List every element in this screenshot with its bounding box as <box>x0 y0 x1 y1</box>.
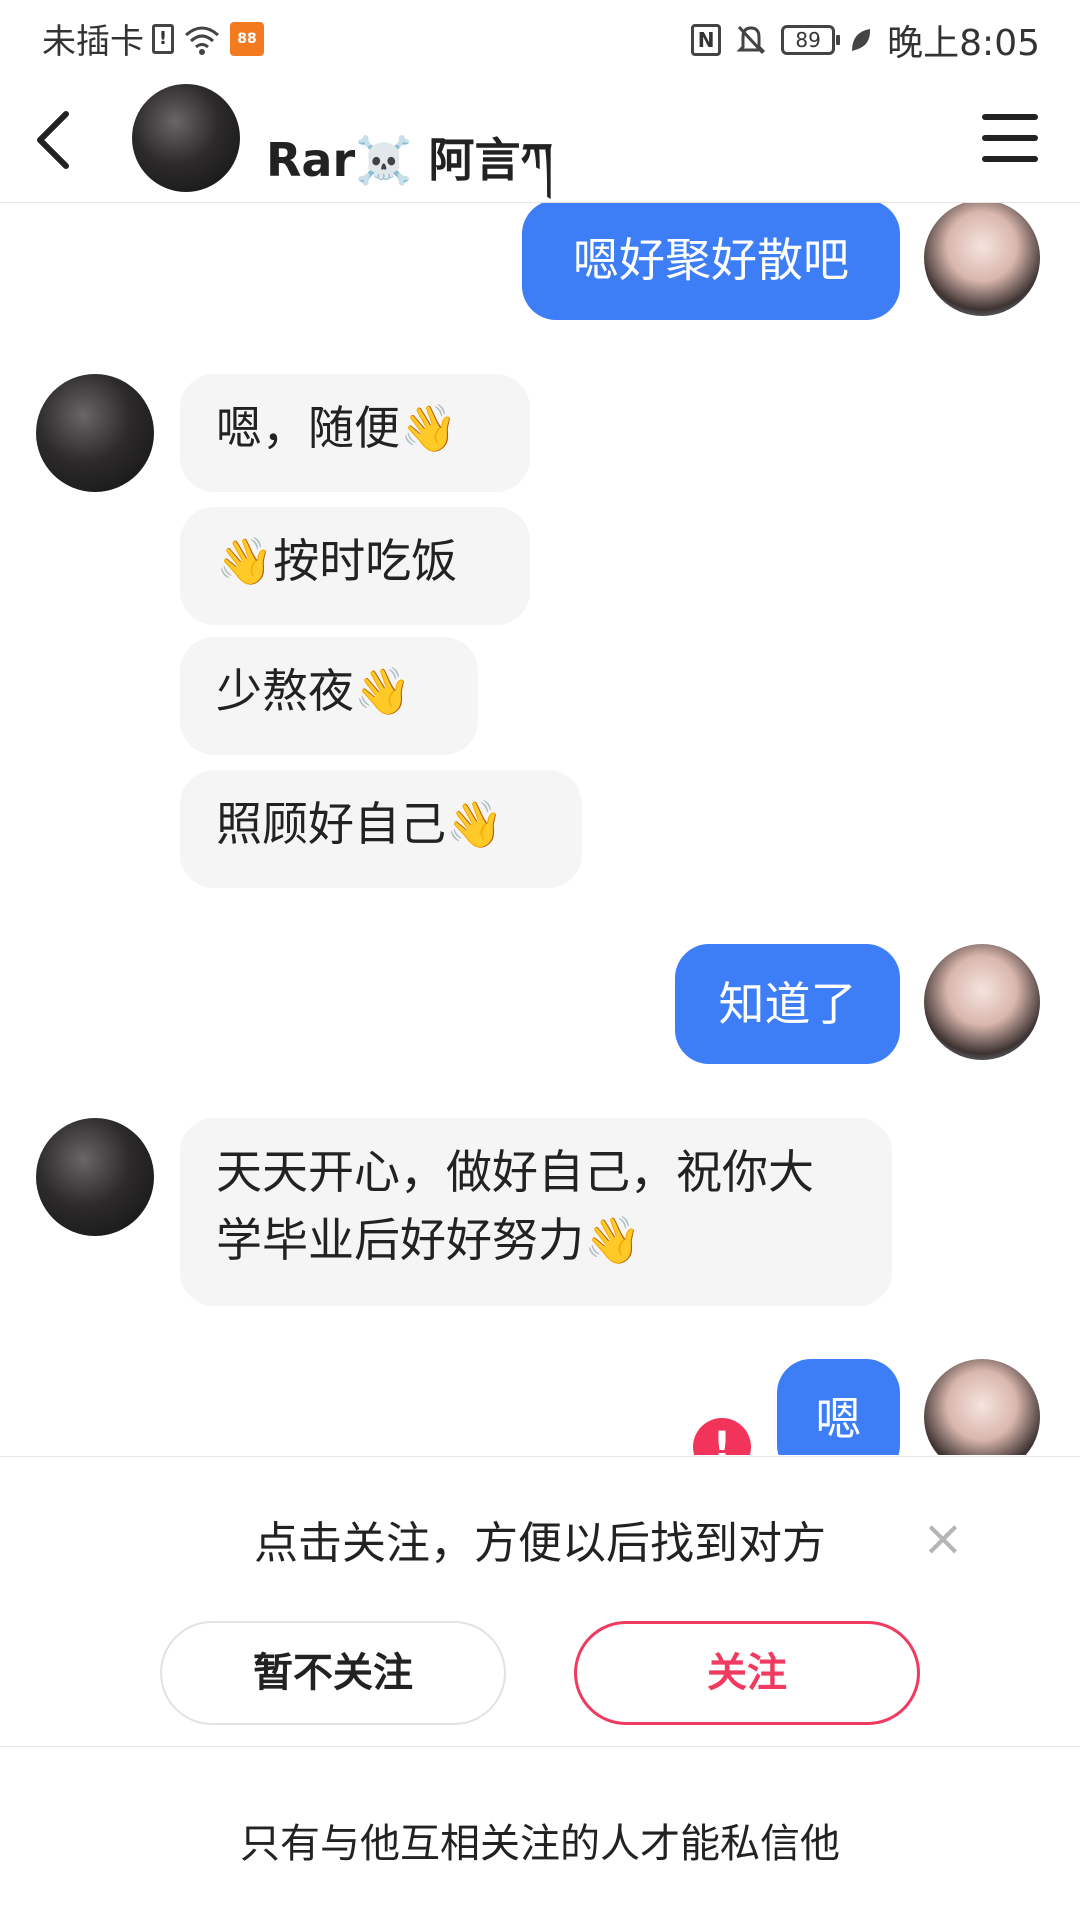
menu-icon-line <box>982 114 1038 120</box>
battery-icon: 89 <box>781 25 841 55</box>
follow-button[interactable]: 关注 <box>574 1621 920 1725</box>
nfc-icon: N <box>691 24 722 56</box>
notice-text: 只有与他互相关注的人才能私信他 <box>240 1821 840 1867</box>
contact-avatar[interactable] <box>132 84 240 192</box>
clock: 晚上8:05 <box>887 23 1040 64</box>
message-list[interactable]: 嗯好聚好散吧 嗯，随便👋 👋按时吃饭 少熬夜👋 照顾好自己👋 知道了 天天开心，… <box>0 203 1080 1455</box>
menu-icon-line <box>982 156 1038 162</box>
dm-restriction-notice: 只有与他互相关注的人才能私信他 <box>0 1746 1080 1921</box>
back-button[interactable] <box>26 108 86 172</box>
bell-muted-icon <box>736 25 766 55</box>
my-avatar[interactable] <box>924 203 1040 316</box>
incoming-message[interactable]: 少熬夜👋 <box>180 637 478 755</box>
outgoing-message[interactable]: 知道了 <box>675 944 900 1064</box>
incoming-message[interactable]: 👋按时吃饭 <box>180 507 530 625</box>
follow-prompt-panel: 点击关注，方便以后找到对方 × 暂不关注 关注 <box>0 1456 1080 1747</box>
outgoing-message[interactable]: 嗯 <box>777 1359 900 1455</box>
menu-icon-line <box>982 135 1038 141</box>
outgoing-message[interactable]: 嗯好聚好散吧 <box>522 203 900 320</box>
not-now-button[interactable]: 暂不关注 <box>160 1621 506 1725</box>
status-right: N 89 晚上8:05 <box>691 14 1040 66</box>
status-bar: 未插卡 ! 88 N 89 晚上8:05 <box>0 0 1080 78</box>
incoming-message[interactable]: 嗯，随便👋 <box>180 374 530 492</box>
chat-header: Rar☠️ 阿言ཀ <box>0 78 1080 203</box>
carrier-label: 未插卡 <box>42 22 144 62</box>
contact-avatar-small[interactable] <box>36 1118 154 1236</box>
back-arrow-icon <box>37 111 69 169</box>
app-notification-icon: 88 <box>230 21 264 56</box>
sim-alert-icon: ! <box>152 23 174 54</box>
contact-avatar-small[interactable] <box>36 374 154 492</box>
wifi-icon <box>185 26 219 55</box>
my-avatar[interactable] <box>924 944 1040 1060</box>
send-failed-icon[interactable]: ! <box>693 1418 751 1455</box>
follow-prompt-text: 点击关注，方便以后找到对方 <box>254 1518 826 1569</box>
menu-button[interactable] <box>982 114 1038 162</box>
my-avatar[interactable] <box>924 1359 1040 1455</box>
leaf-icon <box>852 29 871 51</box>
close-icon[interactable]: × <box>922 1513 964 1563</box>
incoming-message[interactable]: 照顾好自己👋 <box>180 770 582 888</box>
status-left: 未插卡 ! 88 <box>42 14 264 63</box>
incoming-message[interactable]: 天天开心，做好自己，祝你大学毕业后好好努力👋 <box>180 1118 892 1306</box>
